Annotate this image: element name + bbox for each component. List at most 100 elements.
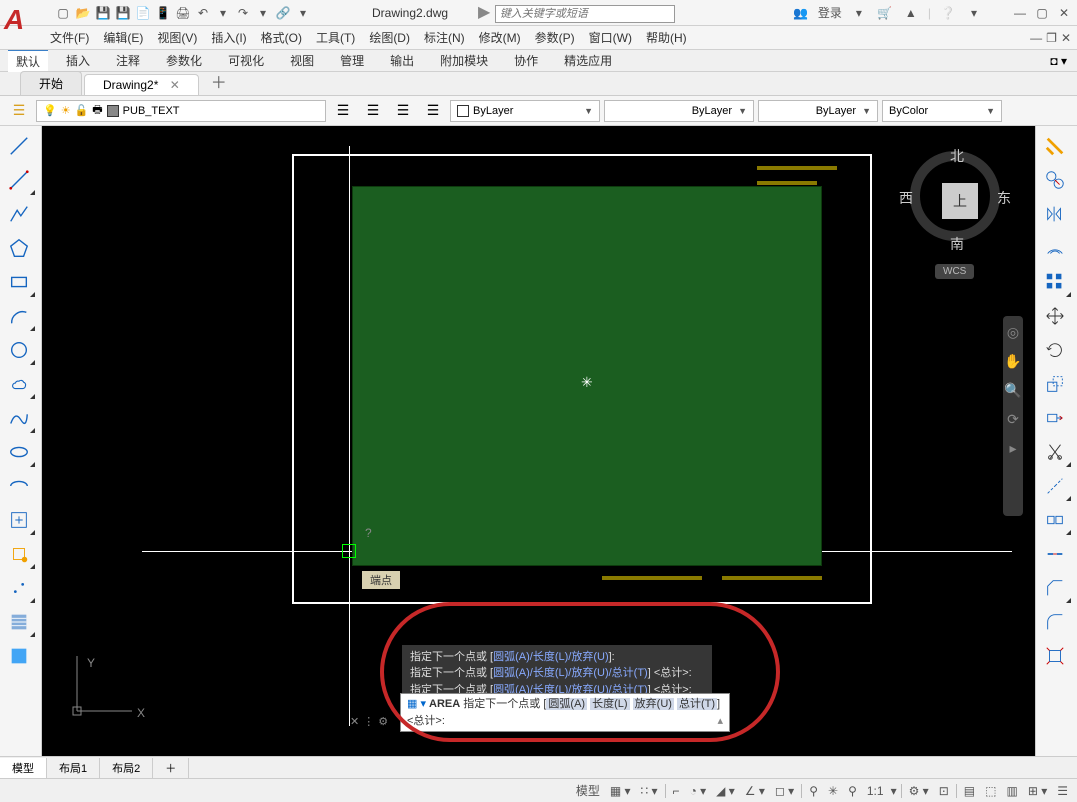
menu-tools[interactable]: 工具(T) — [316, 29, 355, 46]
saveas-icon[interactable]: 💾 — [114, 4, 132, 22]
fillet-tool[interactable] — [1038, 606, 1072, 638]
undo-icon[interactable]: ↶ — [194, 4, 212, 22]
nav-wheel-icon[interactable]: ◎ — [1007, 324, 1019, 341]
extend-tool[interactable] — [1038, 470, 1072, 502]
layer-properties-icon[interactable]: ☰ — [6, 98, 32, 124]
ellipse-tool[interactable] — [2, 436, 36, 468]
ribbon-tab-manage[interactable]: 管理 — [332, 50, 372, 71]
line-tool[interactable] — [2, 130, 36, 162]
polyline-tool[interactable] — [2, 198, 36, 230]
menu-format[interactable]: 格式(O) — [261, 29, 302, 46]
chevron-down-icon[interactable]: ▾ — [294, 4, 312, 22]
chevron-down-icon[interactable]: ▾ — [254, 4, 272, 22]
ribbon-tab-featured[interactable]: 精选应用 — [556, 50, 620, 71]
viewcube[interactable]: 上 北 南 东 西 WCS — [905, 146, 1005, 246]
menu-window[interactable]: 窗口(W) — [589, 29, 632, 46]
cmd-expand-icon[interactable]: ▴ — [717, 713, 723, 730]
ellipse-arc-tool[interactable] — [2, 470, 36, 502]
layout-add-button[interactable]: ＋ — [153, 758, 189, 778]
tab-drawing[interactable]: Drawing2* ✕ — [84, 74, 199, 95]
doc-restore-button[interactable]: ❐ — [1046, 31, 1057, 45]
make-block-tool[interactable] — [2, 538, 36, 570]
ribbon-expand-icon[interactable]: ◘ ▾ — [1050, 54, 1067, 68]
stretch-tool[interactable] — [1038, 402, 1072, 434]
join-tool[interactable] — [1038, 538, 1072, 570]
cmd-options-icon[interactable]: ⚙ — [378, 715, 388, 728]
nav-showmotion-icon[interactable]: ▸ — [1009, 440, 1016, 457]
save-icon[interactable]: 💾 — [94, 4, 112, 22]
hatch-tool[interactable] — [2, 606, 36, 638]
scale-tool[interactable] — [1038, 368, 1072, 400]
tab-close-icon[interactable]: ✕ — [170, 78, 180, 92]
explode-tool[interactable] — [1038, 640, 1072, 672]
menu-draw[interactable]: 绘图(D) — [369, 29, 410, 46]
ribbon-tab-collab[interactable]: 协作 — [506, 50, 546, 71]
layout-1[interactable]: 布局1 — [47, 758, 100, 778]
chamfer-tool[interactable] — [1038, 572, 1072, 604]
offset-tool[interactable] — [1038, 232, 1072, 264]
menu-insert[interactable]: 插入(I) — [211, 29, 246, 46]
cmd-handle-icon[interactable]: ⋮ — [363, 715, 374, 728]
chevron-down-icon[interactable]: ▾ — [214, 4, 232, 22]
minimize-button[interactable]: — — [1011, 6, 1029, 20]
chevron-down-icon[interactable]: ▾ — [965, 4, 983, 22]
nav-pan-icon[interactable]: ✋ — [1004, 353, 1021, 370]
tab-add-button[interactable]: ＋ — [201, 67, 237, 95]
rotate-tool[interactable] — [1038, 334, 1072, 366]
ribbon-tab-annotate[interactable]: 注释 — [108, 50, 148, 71]
xline-tool[interactable] — [2, 164, 36, 196]
menu-help[interactable]: 帮助(H) — [646, 29, 687, 46]
nav-orbit-icon[interactable]: ⟳ — [1007, 411, 1019, 428]
viewcube-west[interactable]: 西 — [899, 188, 913, 208]
plot-icon[interactable]: 📄 — [134, 4, 152, 22]
move-tool[interactable] — [1038, 300, 1072, 332]
layer-tool1-icon[interactable]: ☰ — [330, 98, 356, 124]
circle-tool[interactable] — [2, 334, 36, 366]
layout-2[interactable]: 布局2 — [100, 758, 153, 778]
mobile-icon[interactable]: 📱 — [154, 4, 172, 22]
trim-tool[interactable] — [1038, 436, 1072, 468]
viewcube-wcs[interactable]: WCS — [935, 264, 974, 279]
close-button[interactable]: ✕ — [1055, 6, 1073, 20]
layer-tool3-icon[interactable]: ☰ — [390, 98, 416, 124]
user-icon[interactable]: 👥 — [792, 4, 810, 22]
app-logo[interactable]: A — [4, 4, 44, 44]
linetype-dropdown[interactable]: ByLayer▼ — [758, 100, 878, 122]
ribbon-tab-output[interactable]: 输出 — [382, 50, 422, 71]
ribbon-tab-default[interactable]: 默认 — [8, 49, 48, 72]
ribbon-tab-view[interactable]: 视图 — [282, 50, 322, 71]
color-dropdown[interactable]: ByLayer▼ — [450, 100, 600, 122]
ribbon-tab-addins[interactable]: 附加模块 — [432, 50, 496, 71]
break-tool[interactable] — [1038, 504, 1072, 536]
ribbon-tab-insert[interactable]: 插入 — [58, 50, 98, 71]
viewcube-north[interactable]: 北 — [950, 146, 964, 166]
menu-edit[interactable]: 编辑(E) — [103, 29, 143, 46]
viewcube-top[interactable]: 上 — [942, 183, 978, 219]
tab-start[interactable]: 开始 — [20, 71, 82, 95]
array-tool[interactable] — [1038, 266, 1072, 298]
cart-icon[interactable]: 🛒 — [876, 4, 894, 22]
maximize-button[interactable]: ▢ — [1033, 6, 1051, 20]
layer-dropdown[interactable]: 💡 ☀ 🔓 🖶 PUB_TEXT — [36, 100, 326, 122]
rectangle-tool[interactable] — [2, 266, 36, 298]
redo-icon[interactable]: ↷ — [234, 4, 252, 22]
plotstyle-dropdown[interactable]: ByColor▼ — [882, 100, 1002, 122]
viewcube-south[interactable]: 南 — [950, 234, 964, 254]
drawing-canvas[interactable]: ✳ ? 端点 Y X 上 北 南 东 西 WCS ◎ ✋ 🔍 ⟳ ▸ ✕ ⋮ ⚙ — [42, 126, 1035, 756]
help-icon[interactable]: ❔ — [939, 4, 957, 22]
layout-model[interactable]: 模型 — [0, 758, 47, 778]
menu-dimension[interactable]: 标注(N) — [424, 29, 465, 46]
doc-minimize-button[interactable]: — — [1030, 31, 1042, 45]
print-icon[interactable]: 🖨 — [174, 4, 192, 22]
revcloud-tool[interactable] — [2, 368, 36, 400]
share-icon[interactable]: 🔗 — [274, 4, 292, 22]
menu-file[interactable]: 文件(F) — [50, 29, 89, 46]
lineweight-dropdown[interactable]: ByLayer▼ — [604, 100, 754, 122]
a360-icon[interactable]: ▲ — [902, 4, 920, 22]
copy-tool[interactable] — [1038, 164, 1072, 196]
menu-view[interactable]: 视图(V) — [157, 29, 197, 46]
arc-tool[interactable] — [2, 300, 36, 332]
insert-block-tool[interactable] — [2, 504, 36, 536]
layer-tool2-icon[interactable]: ☰ — [360, 98, 386, 124]
menu-modify[interactable]: 修改(M) — [479, 29, 521, 46]
